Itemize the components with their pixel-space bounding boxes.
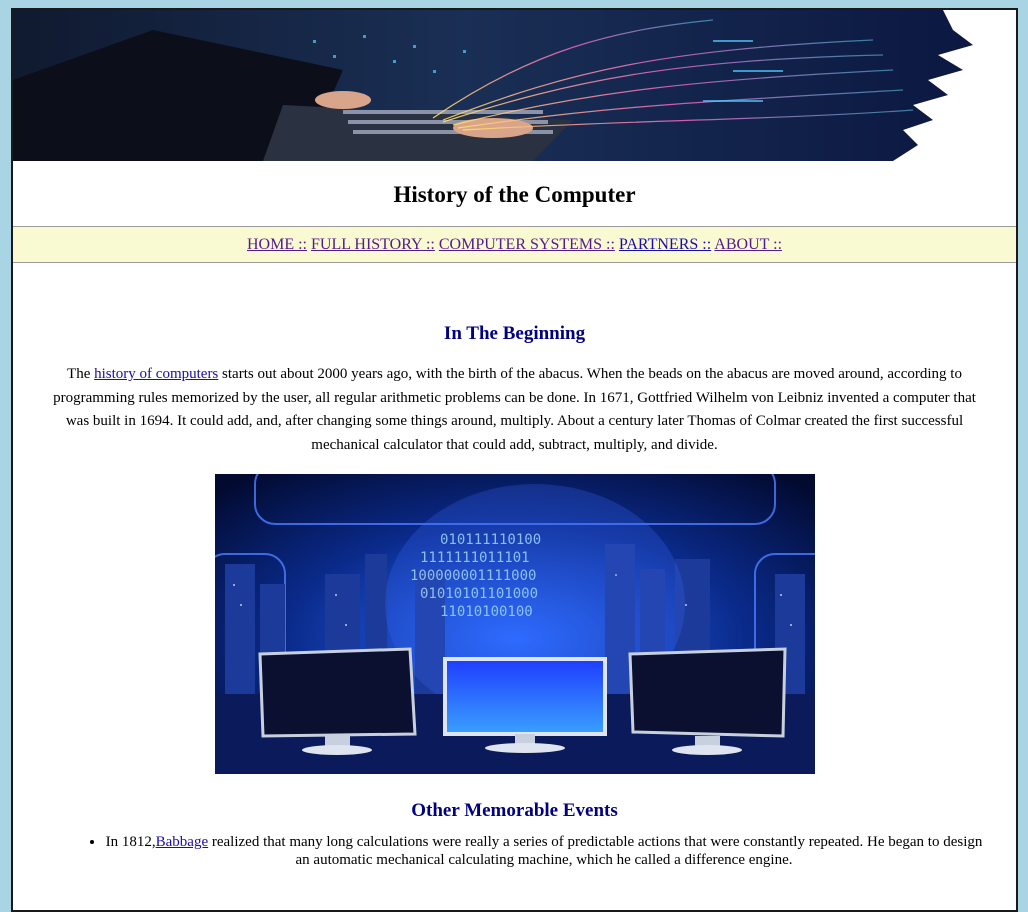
binary-line: 01010101101000 <box>420 586 538 602</box>
history-of-computers-link[interactable]: history of computers <box>94 366 218 382</box>
events-list: In 1812,Babbage realized that many long … <box>13 833 1016 869</box>
nav-link-home[interactable]: HOME :: <box>247 236 307 253</box>
event-date: In 1812, <box>105 834 156 851</box>
binary-line: 010111110100 <box>440 532 541 548</box>
nav-link-full-history[interactable]: FULL HISTORY :: <box>311 236 435 253</box>
event-text: realized that many long calculations wer… <box>208 834 983 869</box>
page-container: History of the Computer HOME :: FULL HIS… <box>11 8 1018 912</box>
main-nav: HOME :: FULL HISTORY :: COMPUTER SYSTEMS… <box>13 226 1016 263</box>
section-heading-beginning: In The Beginning <box>443 323 586 344</box>
intro-paragraph: The history of computers starts out abou… <box>43 363 986 457</box>
site-title: History of the Computer <box>393 182 636 207</box>
header-banner-image <box>13 10 1016 161</box>
nav-link-partners[interactable]: PARTNERS :: <box>619 236 711 253</box>
intro-text-start: The <box>67 366 95 382</box>
list-item: In 1812,Babbage realized that many long … <box>105 833 983 869</box>
nav-link-computer-systems[interactable]: COMPUTER SYSTEMS :: <box>439 236 615 253</box>
binary-line: 100000001111000 <box>410 568 536 584</box>
section-heading-events: Other Memorable Events <box>411 800 618 822</box>
binary-line: 1111111011101 <box>420 550 530 566</box>
binary-line: 11010100100 <box>440 604 533 620</box>
nav-link-about[interactable]: ABOUT :: <box>714 236 782 253</box>
babbage-link[interactable]: Babbage <box>156 834 208 850</box>
computers-city-image: 010111110100 1111111011101 1000000011110… <box>214 474 815 775</box>
